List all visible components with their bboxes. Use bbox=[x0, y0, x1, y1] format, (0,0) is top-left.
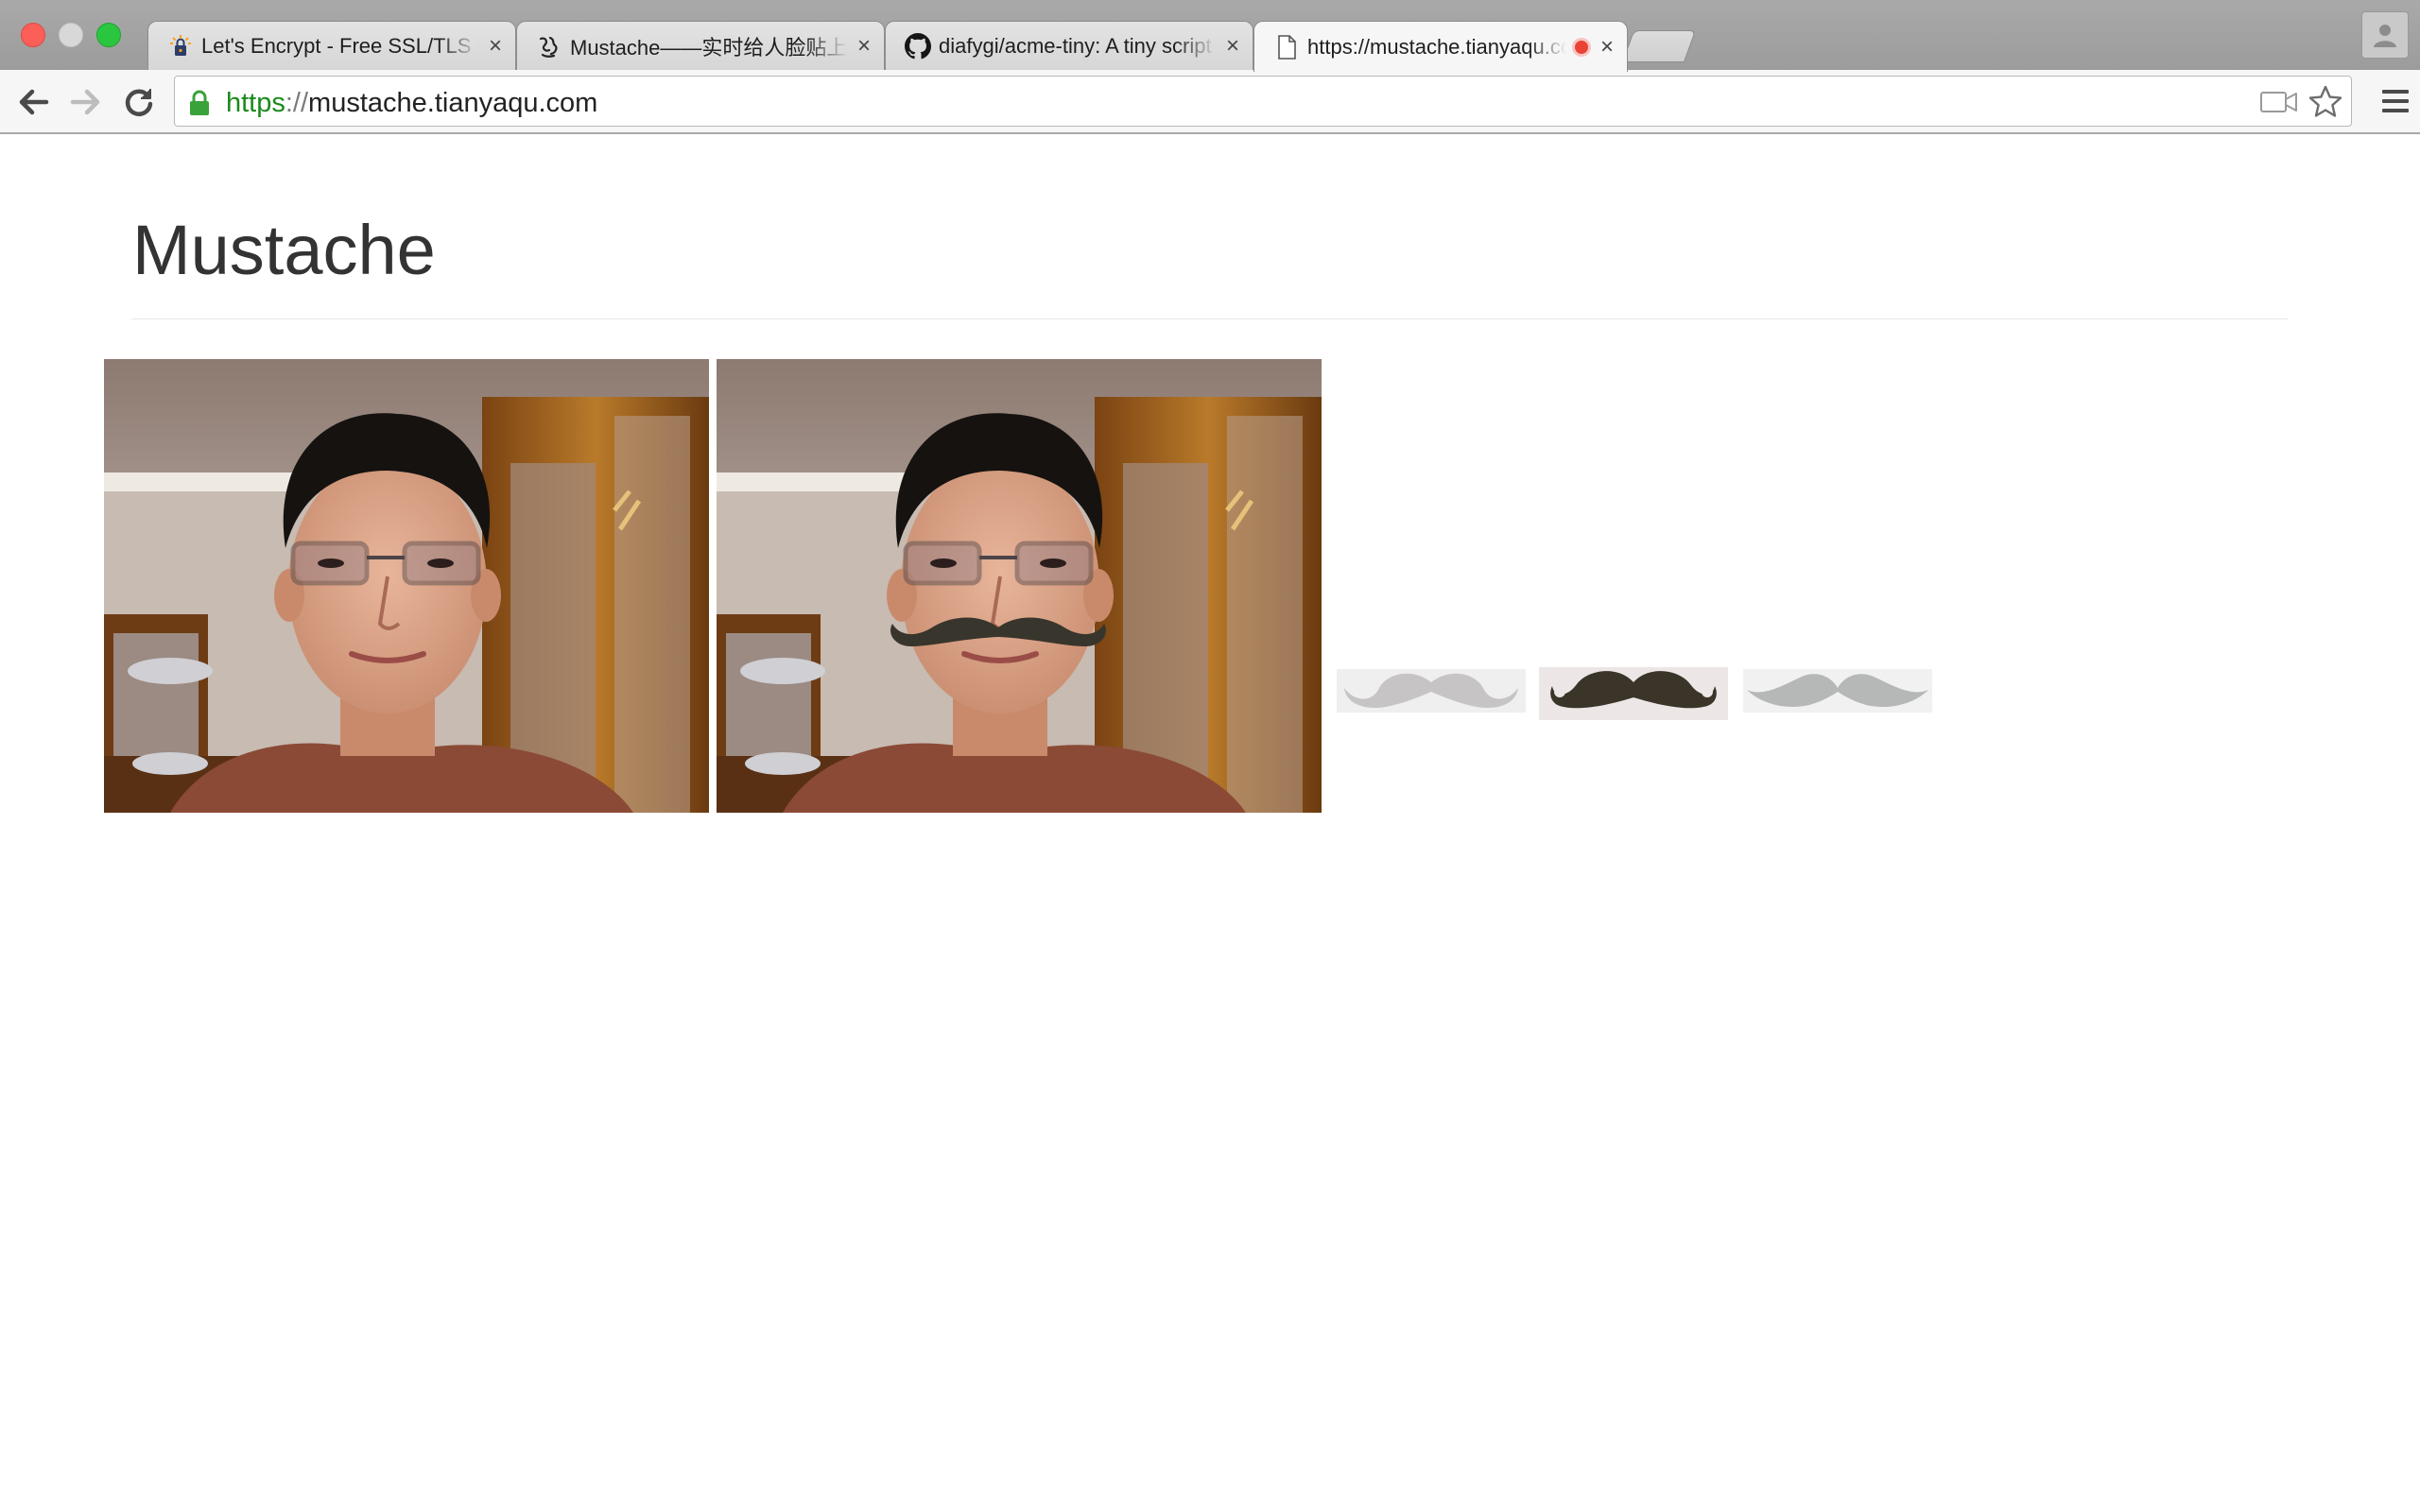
arrow-left-icon bbox=[19, 89, 49, 115]
webcam-frame-image bbox=[104, 359, 709, 813]
heading-divider bbox=[132, 318, 2288, 319]
zoom-window-button[interactable] bbox=[96, 23, 121, 47]
menu-button[interactable] bbox=[2380, 87, 2411, 120]
tab-acme-tiny[interactable]: diafygi/acme-tiny: A tiny script to issu… bbox=[885, 21, 1253, 70]
tab-mustache-cn[interactable]: Mustache——实时给人脸贴上胡子 × bbox=[516, 21, 885, 70]
mustache-dark-icon bbox=[1550, 671, 1717, 709]
reload-button[interactable] bbox=[119, 83, 159, 121]
app-logo-icon bbox=[536, 33, 562, 60]
tab-title: Mustache——实时给人脸贴上胡子 bbox=[570, 35, 848, 60]
tab-mustache-active[interactable]: https://mustache.tianyaqu.com × bbox=[1253, 21, 1628, 72]
tab-title: https://mustache.tianyaqu.com bbox=[1307, 34, 1566, 59]
person-icon bbox=[2374, 25, 2396, 47]
close-tab-icon[interactable]: × bbox=[1226, 34, 1239, 58]
camera-in-use-icon[interactable] bbox=[2260, 90, 2298, 119]
url-text: https://mustache.tianyaqu.com bbox=[226, 88, 597, 119]
mustache-option-gray[interactable] bbox=[1743, 669, 1932, 713]
url-scheme: https bbox=[226, 88, 285, 118]
url-host: mustache.tianyaqu.com bbox=[308, 88, 598, 118]
arrow-right-icon bbox=[70, 89, 100, 115]
mustache-option-dark[interactable] bbox=[1539, 667, 1728, 720]
profile-button[interactable] bbox=[2361, 11, 2409, 59]
lock-icon bbox=[188, 90, 211, 121]
mustache-option-light[interactable] bbox=[1337, 669, 1526, 713]
tab-strip: Let's Encrypt - Free SSL/TLS Certificate… bbox=[0, 0, 2420, 72]
mustache-gray-icon bbox=[1747, 674, 1928, 708]
address-bar[interactable]: https://mustache.tianyaqu.com bbox=[174, 76, 2352, 127]
bookmark-star-icon[interactable] bbox=[2308, 84, 2343, 125]
close-tab-icon[interactable]: × bbox=[857, 34, 871, 58]
webcam-photo-original bbox=[104, 359, 709, 813]
tab-title: diafygi/acme-tiny: A tiny script to issu… bbox=[939, 33, 1217, 58]
webcam-frame-image bbox=[717, 359, 1322, 813]
minimize-window-button[interactable] bbox=[59, 23, 83, 47]
browser-toolbar: https://mustache.tianyaqu.com bbox=[0, 70, 2420, 134]
webcam-photo-with-mustache bbox=[717, 359, 1322, 813]
close-tab-icon[interactable]: × bbox=[489, 34, 502, 58]
tab-lets-encrypt[interactable]: Let's Encrypt - Free SSL/TLS Certificate… bbox=[147, 21, 516, 70]
hamburger-menu-icon bbox=[2382, 90, 2409, 112]
lets-encrypt-icon bbox=[167, 33, 194, 60]
reload-icon bbox=[125, 89, 153, 116]
github-icon bbox=[905, 32, 931, 60]
page-icon bbox=[1273, 34, 1300, 60]
close-tab-icon[interactable]: × bbox=[1600, 35, 1614, 59]
page-title: Mustache bbox=[132, 211, 436, 289]
forward-button[interactable] bbox=[66, 83, 106, 121]
close-window-button[interactable] bbox=[21, 23, 45, 47]
mustache-light-icon bbox=[1344, 673, 1518, 709]
recording-indicator-icon bbox=[1571, 37, 1591, 57]
url-separator: :// bbox=[285, 88, 309, 118]
tab-title: Let's Encrypt - Free SSL/TLS Certificate… bbox=[201, 33, 479, 58]
back-button[interactable] bbox=[13, 83, 53, 121]
new-tab-button[interactable] bbox=[1621, 30, 1697, 62]
